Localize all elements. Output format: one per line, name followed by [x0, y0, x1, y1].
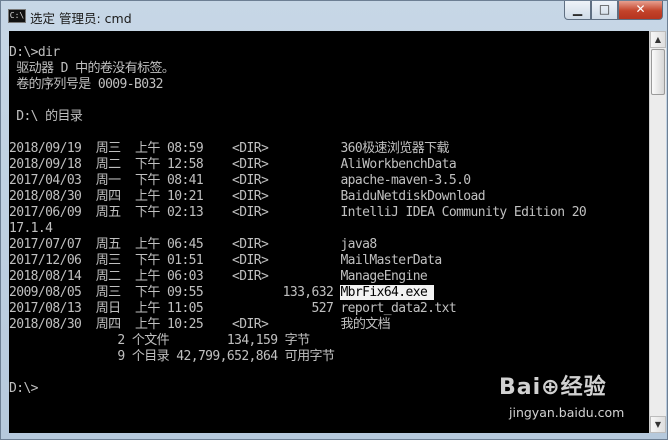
scrollbar-thumb[interactable] — [651, 49, 665, 95]
console-line-text: 2009/08/05 周三 下午 09:55 133,632 — [9, 285, 341, 300]
vertical-scrollbar[interactable]: ▲ ▼ — [649, 31, 666, 433]
console-line: 2017/08/13 周日 上午 11:05 527 report_data2.… — [9, 301, 457, 316]
console-line: 17.1.4 — [9, 221, 53, 236]
cmd-window: C:\ 选定 管理员: cmd ▁ □ ✕ D:\>dir 驱动器 D 中的卷没… — [0, 0, 668, 440]
maximize-button[interactable]: □ — [591, 1, 618, 20]
console-line: 2017/04/03 周一 下午 08:41 <DIR> apache-mave… — [9, 173, 471, 188]
console-line: 2017/12/06 周三 下午 01:51 <DIR> MailMasterD… — [9, 253, 442, 268]
console-line: D:\>dir — [9, 45, 60, 60]
baidu-jingyan-watermark: Bai⊕经验 jingyan.baidu.com — [495, 367, 645, 431]
console-line: 2018/08/14 周二 上午 06:03 <DIR> ManageEngin… — [9, 269, 428, 284]
selected-text-highlight[interactable]: MbrFix64.exe — [340, 285, 435, 300]
console-line: 2017/07/07 周五 上午 06:45 <DIR> java8 — [9, 237, 377, 252]
console-line: 9 个目录 42,799,652,864 可用字节 — [9, 349, 335, 364]
console-line: 卷的序列号是 0009-B032 — [9, 77, 163, 92]
console-line: 2 个文件 134,159 字节 — [9, 333, 310, 348]
console-line: 2018/08/30 周四 上午 10:25 <DIR> 我的文档 — [9, 317, 391, 332]
console-prompt[interactable]: D:\> — [9, 381, 39, 397]
close-button[interactable]: ✕ — [618, 1, 663, 20]
console-line: 2009/08/05 周三 下午 09:55 133,632 MbrFix64.… — [9, 285, 435, 301]
console-line: 2017/06/09 周五 下午 02:13 <DIR> IntelliJ ID… — [9, 205, 587, 220]
console-line: D:\ 的目录 — [9, 109, 83, 124]
console-line: 2018/09/19 周三 上午 08:59 <DIR> 360极速浏览器下载 — [9, 141, 450, 156]
cmd-app-icon[interactable]: C:\ — [8, 9, 26, 23]
console-line: 驱动器 D 中的卷没有标签。 — [9, 61, 175, 76]
watermark-url: jingyan.baidu.com — [509, 405, 625, 420]
scroll-down-arrow-icon[interactable]: ▼ — [650, 416, 666, 433]
minimize-button[interactable]: ▁ — [564, 1, 591, 20]
scroll-up-arrow-icon[interactable]: ▲ — [650, 31, 666, 48]
window-title: 选定 管理员: cmd — [30, 11, 132, 26]
console-line: 2018/08/30 周四 上午 10:21 <DIR> BaiduNetdis… — [9, 189, 486, 204]
watermark-logo: Bai⊕经验 — [499, 375, 607, 400]
title-bar[interactable]: C:\ 选定 管理员: cmd ▁ □ ✕ — [1, 1, 667, 31]
console-line: 2018/09/18 周二 下午 12:58 <DIR> AliWorkbenc… — [9, 157, 457, 172]
